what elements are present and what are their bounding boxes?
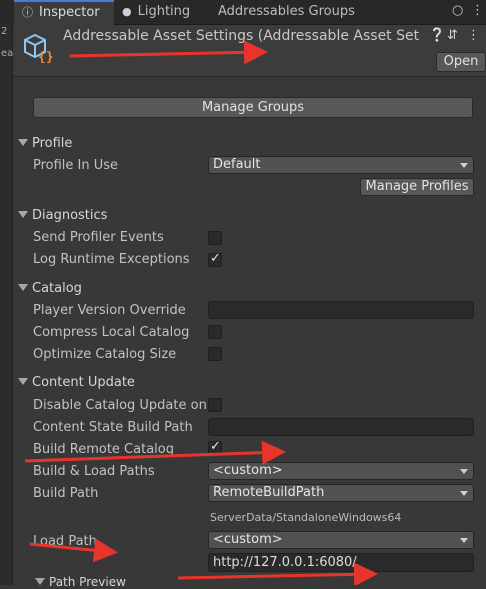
adjacent-text-top: 2	[1, 26, 8, 37]
tab-bar: ⓘ Inspector ● Lighting Addressables Groups…	[0, 0, 486, 25]
send-profiler-events-checkbox[interactable]	[208, 231, 222, 245]
log-runtime-exceptions-checkbox[interactable]: ✓	[208, 251, 222, 267]
optimize-catalog-size-checkbox[interactable]	[208, 347, 222, 361]
player-version-override-input[interactable]	[208, 301, 474, 319]
load-path-url-value: http://127.0.0.1:6080/	[213, 555, 357, 570]
foldout-icon	[18, 211, 28, 218]
build-path-label: Build Path	[33, 486, 99, 501]
profile-in-use-value: Default	[213, 157, 261, 172]
compress-local-catalog-checkbox[interactable]	[208, 325, 222, 339]
foldout-icon	[18, 284, 28, 291]
page-title: Addressable Asset Settings (Addressable …	[63, 28, 420, 44]
profile-in-use-dropdown[interactable]: Default	[208, 156, 474, 174]
content-state-build-path-input[interactable]	[208, 418, 474, 436]
send-profiler-events-label: Send Profiler Events	[33, 230, 164, 245]
context-menu-icon[interactable]: ⋮	[467, 28, 480, 43]
build-remote-catalog-checkbox[interactable]: ✓	[208, 439, 222, 455]
section-catalog[interactable]: Catalog	[18, 281, 82, 296]
checkmark-icon: ✓	[210, 439, 221, 454]
preset-icon[interactable]: ⇵	[447, 28, 458, 43]
help-icon[interactable]: ❔	[429, 28, 445, 43]
load-path-value: <custom>	[213, 532, 283, 547]
build-remote-catalog-label: Build Remote Catalog	[33, 442, 174, 457]
section-profile[interactable]: Profile	[18, 136, 72, 151]
log-runtime-exceptions-label: Log Runtime Exceptions	[33, 252, 190, 267]
build-path-dropdown[interactable]: RemoteBuildPath	[208, 484, 474, 502]
svg-text:{}: {}	[38, 50, 53, 63]
chevron-down-icon	[460, 491, 468, 496]
section-content-update[interactable]: Content Update	[18, 375, 135, 390]
disable-catalog-update-label: Disable Catalog Update on S	[33, 398, 207, 413]
optimize-catalog-size-label: Optimize Catalog Size	[33, 347, 177, 362]
chevron-down-icon	[460, 163, 468, 168]
tab-addressables-groups-label: Addressables Groups	[218, 4, 355, 19]
section-diagnostics-label: Diagnostics	[32, 208, 108, 223]
chevron-down-icon	[460, 469, 468, 474]
more-options-icon[interactable]: ⋮	[471, 3, 484, 18]
build-path-preview: ServerData/StandaloneWindows64	[210, 511, 402, 524]
tab-lighting-label: Lighting	[137, 4, 191, 19]
lightbulb-icon: ●	[122, 5, 132, 18]
chevron-down-icon	[460, 538, 468, 543]
section-catalog-label: Catalog	[32, 281, 82, 296]
manage-groups-button[interactable]: Manage Groups	[33, 97, 473, 118]
disable-catalog-update-checkbox[interactable]	[208, 398, 222, 412]
adjacent-text-bottom: ea	[1, 48, 14, 59]
lock-icon[interactable]: ○	[452, 3, 463, 18]
foldout-icon	[18, 139, 28, 146]
open-button[interactable]: Open	[436, 52, 486, 72]
section-profile-label: Profile	[32, 136, 73, 151]
profile-in-use-label: Profile In Use	[33, 158, 119, 173]
tab-inspector-label: Inspector	[39, 5, 100, 20]
info-icon: ⓘ	[22, 6, 33, 19]
addressable-asset-icon: {}	[24, 33, 53, 63]
compress-local-catalog-label: Compress Local Catalog	[33, 325, 190, 340]
checkmark-icon: ✓	[210, 251, 221, 266]
load-path-url-input[interactable]: http://127.0.0.1:6080/	[208, 553, 474, 572]
manage-profiles-button[interactable]: Manage Profiles	[360, 178, 474, 196]
adjacent-panel-edge: 2 ea	[0, 24, 13, 585]
section-path-preview-label: Path Preview	[49, 575, 126, 589]
build-load-paths-dropdown[interactable]: <custom>	[208, 462, 474, 480]
tab-inspector[interactable]: ⓘ Inspector	[14, 0, 114, 25]
section-path-preview[interactable]: Path Preview	[35, 575, 126, 589]
build-load-paths-label: Build & Load Paths	[33, 464, 155, 479]
tab-addressables-groups[interactable]: Addressables Groups	[218, 0, 368, 24]
inspector-content: Manage Groups Profile Profile In Use Def…	[13, 77, 486, 589]
load-path-label: Load Path	[33, 534, 97, 549]
inspector-header: {} Addressable Asset Settings (Addressab…	[13, 25, 486, 77]
load-path-dropdown[interactable]: <custom>	[208, 531, 474, 549]
foldout-icon	[18, 378, 28, 385]
section-content-update-label: Content Update	[32, 375, 135, 390]
foldout-icon	[35, 578, 45, 585]
section-diagnostics[interactable]: Diagnostics	[18, 208, 107, 223]
content-state-build-path-label: Content State Build Path	[33, 420, 193, 435]
tab-lighting[interactable]: ● Lighting	[122, 0, 202, 24]
build-path-value: RemoteBuildPath	[213, 485, 325, 500]
build-load-paths-value: <custom>	[213, 463, 283, 478]
player-version-override-label: Player Version Override	[33, 303, 186, 318]
